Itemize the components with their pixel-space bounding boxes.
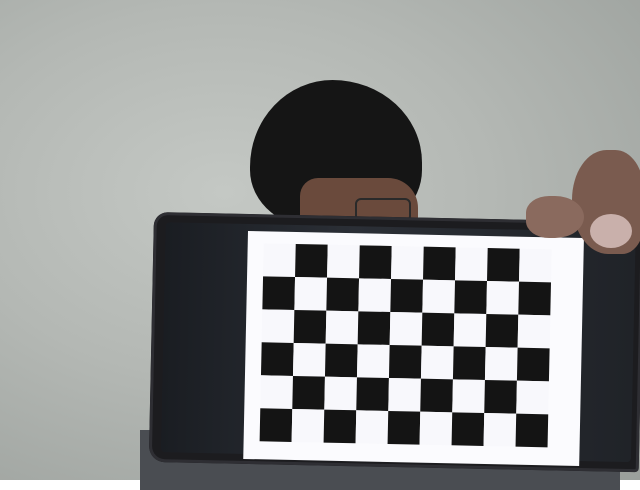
checker-square xyxy=(358,278,392,312)
checker-square xyxy=(452,346,486,380)
checker-square xyxy=(484,347,518,381)
checker-square xyxy=(261,309,295,343)
checker-square xyxy=(356,377,389,411)
checker-square xyxy=(387,410,421,445)
checker-square xyxy=(263,243,296,277)
checkerboard-pattern xyxy=(243,231,584,466)
checker-square xyxy=(359,245,392,280)
checker-square xyxy=(292,342,326,377)
checker-square xyxy=(516,380,549,415)
webcam-photo xyxy=(0,0,640,490)
checker-square xyxy=(420,378,453,413)
checkerboard-grid xyxy=(259,243,552,448)
checker-square xyxy=(325,310,359,345)
checker-square xyxy=(452,379,485,413)
fingernail xyxy=(590,214,632,248)
checker-square xyxy=(291,408,325,443)
checker-square xyxy=(292,375,325,410)
checker-square xyxy=(327,244,360,279)
checker-square xyxy=(515,413,549,448)
checker-square xyxy=(259,408,293,442)
checker-square xyxy=(388,377,421,412)
checker-square xyxy=(486,281,519,315)
checker-square xyxy=(357,311,391,345)
checker-square xyxy=(262,276,296,310)
checker-square xyxy=(518,248,552,283)
checker-square xyxy=(453,313,487,348)
checker-square xyxy=(389,311,423,346)
checker-square xyxy=(324,376,357,411)
checker-square xyxy=(293,309,327,344)
thumb xyxy=(526,196,584,238)
checker-square xyxy=(518,281,551,316)
checker-square xyxy=(517,314,551,349)
checker-square xyxy=(260,342,294,376)
checker-square xyxy=(421,312,455,347)
checker-square xyxy=(454,280,488,315)
checker-square xyxy=(294,276,328,311)
checker-square xyxy=(323,409,357,444)
checker-square xyxy=(419,411,453,446)
checker-square xyxy=(455,247,488,282)
checker-square xyxy=(324,343,358,378)
checker-square xyxy=(516,347,550,382)
checker-square xyxy=(390,279,424,313)
checker-square xyxy=(295,244,328,278)
checker-square xyxy=(484,379,517,414)
checker-square xyxy=(487,248,520,282)
checker-square xyxy=(326,277,360,312)
checker-square xyxy=(422,279,456,314)
checker-square xyxy=(420,345,454,380)
checker-square xyxy=(423,246,456,281)
checker-square xyxy=(485,314,519,348)
checker-square xyxy=(356,344,390,378)
checker-square xyxy=(483,412,517,447)
checker-square xyxy=(260,375,293,409)
checker-square xyxy=(451,412,485,446)
checker-square xyxy=(388,344,422,379)
checker-square xyxy=(355,410,389,444)
checker-square xyxy=(391,246,424,280)
